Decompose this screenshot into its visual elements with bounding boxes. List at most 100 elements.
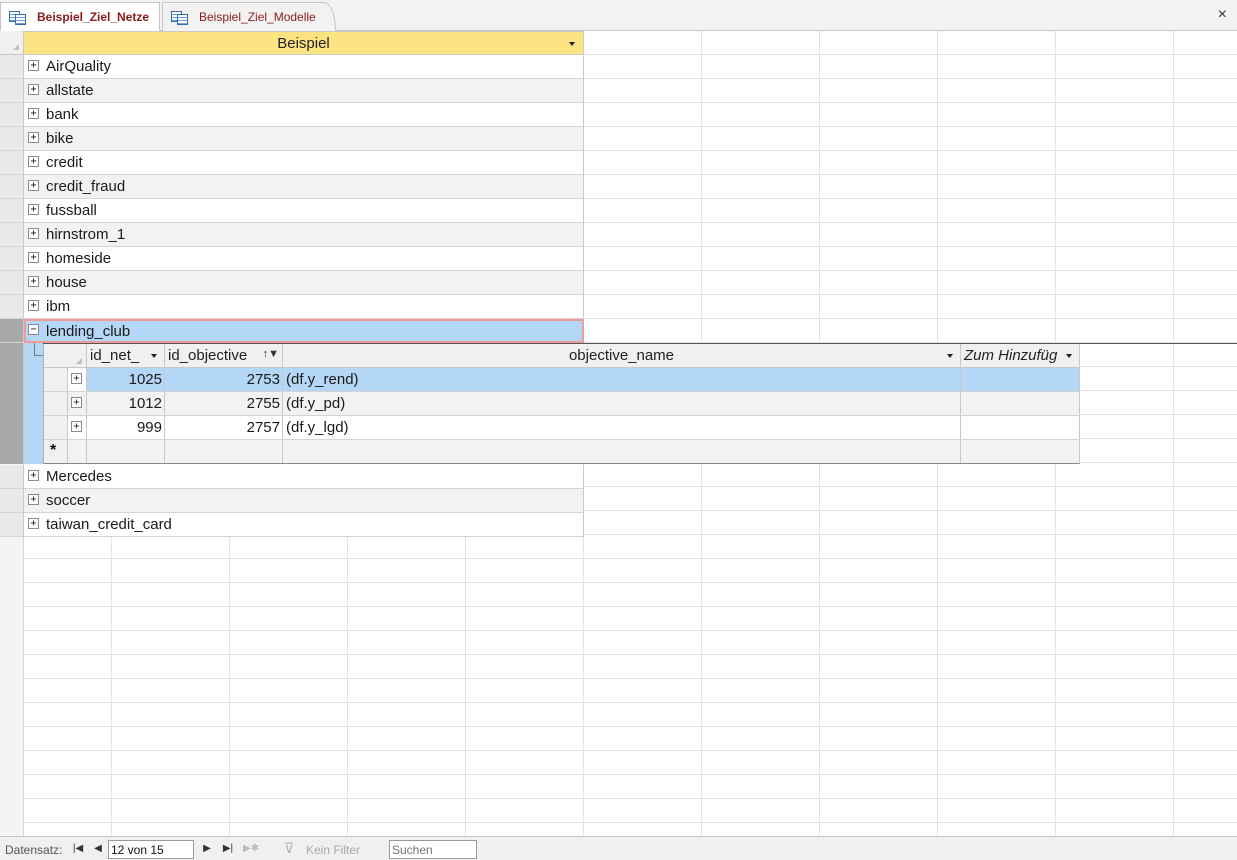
table-cell[interactable]: 999 (87, 416, 165, 439)
table-row[interactable]: + bank (0, 103, 584, 127)
chevron-down-icon[interactable] (151, 354, 157, 358)
table-cell[interactable]: + AirQuality (24, 55, 584, 79)
close-icon[interactable]: × (1218, 7, 1227, 23)
table-row[interactable]: + AirQuality (0, 55, 584, 79)
table-row[interactable]: + credit_fraud (0, 175, 584, 199)
expand-icon[interactable]: + (28, 470, 39, 481)
expand-icon[interactable]: + (71, 397, 82, 408)
collapse-icon[interactable]: − (28, 324, 39, 335)
record-selector[interactable] (0, 295, 24, 319)
table-row[interactable]: + hirnstrom_1 (0, 223, 584, 247)
expand-icon[interactable]: + (28, 60, 39, 71)
table-cell[interactable]: + hirnstrom_1 (24, 223, 584, 247)
expand-icon[interactable]: + (71, 373, 82, 384)
table-cell[interactable]: + fussball (24, 199, 584, 223)
record-selector[interactable] (0, 175, 24, 199)
record-selector[interactable] (0, 151, 24, 175)
current-record-field[interactable] (108, 840, 194, 859)
previous-record-icon[interactable]: ◀ (91, 842, 105, 856)
table-cell[interactable]: 2755 (165, 392, 283, 415)
table-cell[interactable]: + bike (24, 127, 584, 151)
last-record-icon[interactable]: ▶| (221, 842, 235, 856)
expand-icon[interactable]: + (28, 252, 39, 263)
new-record-icon[interactable]: ▶✱ (242, 842, 260, 856)
record-selector[interactable] (0, 103, 24, 127)
column-header-objective-name[interactable]: objective_name (283, 344, 961, 368)
table-row[interactable]: + ibm (0, 295, 584, 319)
expand-icon[interactable]: + (28, 132, 39, 143)
table-row[interactable]: + soccer (0, 489, 584, 513)
table-cell[interactable] (165, 440, 283, 463)
table-cell[interactable]: 2753 (165, 368, 283, 391)
chevron-down-icon[interactable] (1066, 354, 1072, 358)
next-record-icon[interactable]: ▶ (200, 842, 214, 856)
select-all-corner[interactable] (0, 31, 24, 55)
table-cell[interactable] (961, 392, 1080, 415)
first-record-icon[interactable]: |◀ (71, 842, 85, 856)
new-record-row[interactable]: * (44, 440, 1080, 464)
table-cell[interactable] (283, 440, 961, 463)
table-row[interactable]: +1012 2755 (df.y_pd) (44, 392, 1080, 416)
expand-icon[interactable]: + (28, 84, 39, 95)
table-cell[interactable]: + homeside (24, 247, 584, 271)
record-selector[interactable] (0, 79, 24, 103)
table-row[interactable]: + fussball (0, 199, 584, 223)
table-cell[interactable]: + Mercedes (24, 465, 584, 489)
table-cell[interactable]: + bank (24, 103, 584, 127)
table-cell[interactable]: 1025 (87, 368, 165, 391)
table-cell[interactable]: + credit_fraud (24, 175, 584, 199)
record-selector[interactable] (44, 392, 68, 415)
column-header-id-net[interactable]: id_net_ (87, 344, 165, 368)
record-selector[interactable] (0, 489, 24, 513)
record-selector[interactable] (0, 247, 24, 271)
table-row[interactable]: + allstate (0, 79, 584, 103)
expand-icon[interactable]: + (28, 494, 39, 505)
table-cell[interactable]: (df.y_lgd) (283, 416, 961, 439)
record-selector[interactable]: * (44, 440, 68, 463)
expand-icon[interactable]: + (28, 276, 39, 287)
table-cell[interactable]: + soccer (24, 489, 584, 513)
table-row[interactable]: + homeside (0, 247, 584, 271)
record-selector[interactable] (0, 223, 24, 247)
record-selector[interactable] (44, 368, 68, 391)
table-cell[interactable] (961, 368, 1080, 391)
record-selector[interactable] (0, 271, 24, 295)
expand-icon[interactable]: + (71, 421, 82, 432)
select-all-corner[interactable] (44, 344, 87, 368)
table-cell[interactable]: + house (24, 271, 584, 295)
table-cell[interactable]: (df.y_pd) (283, 392, 961, 415)
table-row-expanded[interactable]: − lending_club (0, 319, 584, 343)
table-row[interactable]: + credit (0, 151, 584, 175)
record-selector[interactable] (0, 465, 24, 489)
table-row[interactable]: + taiwan_credit_card (0, 513, 584, 537)
table-cell[interactable]: 2757 (165, 416, 283, 439)
record-selector[interactable] (0, 127, 24, 151)
record-selector[interactable] (0, 55, 24, 79)
table-row[interactable]: +1025 2753 (df.y_rend) (44, 368, 1080, 392)
chevron-down-icon[interactable] (947, 354, 953, 358)
table-cell[interactable] (961, 440, 1080, 463)
expand-icon[interactable]: + (28, 156, 39, 167)
table-cell[interactable]: − lending_club (24, 319, 584, 343)
expand-icon[interactable]: + (28, 180, 39, 191)
column-header-add-field[interactable]: Zum Hinzufüg (961, 344, 1080, 368)
table-cell[interactable]: + credit (24, 151, 584, 175)
chevron-down-icon[interactable] (569, 42, 575, 46)
record-selector-active[interactable] (0, 343, 24, 464)
search-input[interactable] (389, 840, 477, 859)
table-row[interactable]: + house (0, 271, 584, 295)
expand-icon[interactable]: + (28, 228, 39, 239)
table-row[interactable]: + bike (0, 127, 584, 151)
record-selector[interactable] (0, 319, 24, 343)
table-row[interactable]: + Mercedes (0, 465, 584, 489)
filter-sort-icon[interactable]: ↑▼ (263, 348, 279, 360)
table-cell[interactable]: + ibm (24, 295, 584, 319)
expand-icon[interactable]: + (28, 300, 39, 311)
expand-icon[interactable]: + (28, 204, 39, 215)
tab-beispiel-ziel-netze[interactable]: Beispiel_Ziel_Netze (0, 2, 160, 31)
record-selector[interactable] (0, 513, 24, 537)
record-selector[interactable] (44, 416, 68, 439)
table-cell[interactable] (961, 416, 1080, 439)
table-cell[interactable]: + allstate (24, 79, 584, 103)
record-selector[interactable] (0, 199, 24, 223)
